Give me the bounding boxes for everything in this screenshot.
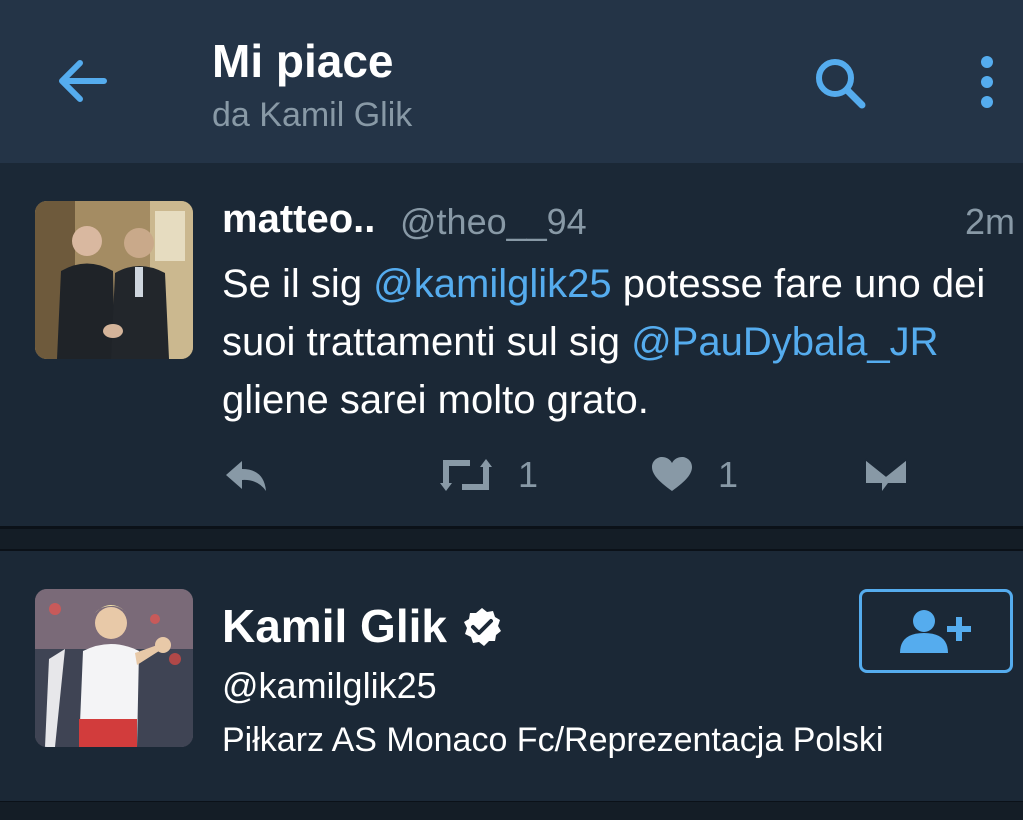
tweet-avatar[interactable] — [35, 201, 193, 359]
avatar-photo — [35, 201, 193, 359]
tweet-card[interactable]: matteo.. @theo__94 2m Se il sig @kamilgl… — [0, 163, 1023, 529]
back-button[interactable] — [50, 50, 114, 114]
more-vertical-icon — [981, 56, 993, 108]
user-handle[interactable]: @kamilglik25 — [222, 665, 437, 707]
arrow-left-icon — [59, 60, 107, 102]
user-avatar[interactable] — [35, 589, 193, 747]
more-options-button[interactable] — [960, 52, 1014, 116]
tweet-text-part: Se il sig — [222, 262, 374, 306]
retweet-button[interactable]: 1 — [440, 453, 538, 497]
tweet-text-part: gliene sarei molto grato. — [222, 378, 649, 422]
heart-icon — [652, 457, 692, 491]
retweet-count: 1 — [518, 454, 539, 495]
search-button[interactable] — [808, 52, 872, 116]
tweet-timestamp: 2m — [964, 201, 1015, 242]
user-bio: Piłkarz AS Monaco Fc/Reprezentacja Polsk… — [222, 721, 884, 759]
retweet-icon — [440, 459, 492, 491]
user-name[interactable]: Kamil Glik — [222, 599, 447, 653]
add-user-icon — [900, 610, 971, 653]
reply-icon — [226, 461, 266, 491]
mention-link[interactable]: @PauDybala_JR — [631, 320, 938, 364]
envelope-icon — [865, 457, 907, 491]
tweet-text: Se il sig @kamilglik25 potesse fare uno … — [222, 255, 1022, 429]
page-subtitle: da Kamil Glik — [212, 96, 413, 134]
like-count: 1 — [718, 454, 739, 495]
like-button[interactable]: 1 — [652, 453, 738, 497]
page-title: Mi piace — [212, 35, 394, 87]
list-bottom — [0, 802, 1023, 820]
avatar-photo — [35, 589, 193, 747]
mention-link[interactable]: @kamilglik25 — [373, 262, 611, 306]
card-separator — [0, 529, 1023, 549]
tweet-author-handle[interactable]: @theo__94 — [400, 201, 587, 243]
user-card[interactable]: Kamil Glik @kamilglik25 Piłkarz AS Monac… — [0, 549, 1023, 804]
direct-message-button[interactable] — [864, 453, 908, 497]
top-bar: Mi piace da Kamil Glik — [0, 0, 1023, 163]
search-icon — [816, 59, 866, 109]
follow-button[interactable] — [859, 589, 1013, 673]
verified-badge-icon — [462, 607, 502, 647]
tweet-author-name[interactable]: matteo.. — [222, 197, 375, 242]
reply-button[interactable] — [224, 453, 268, 497]
